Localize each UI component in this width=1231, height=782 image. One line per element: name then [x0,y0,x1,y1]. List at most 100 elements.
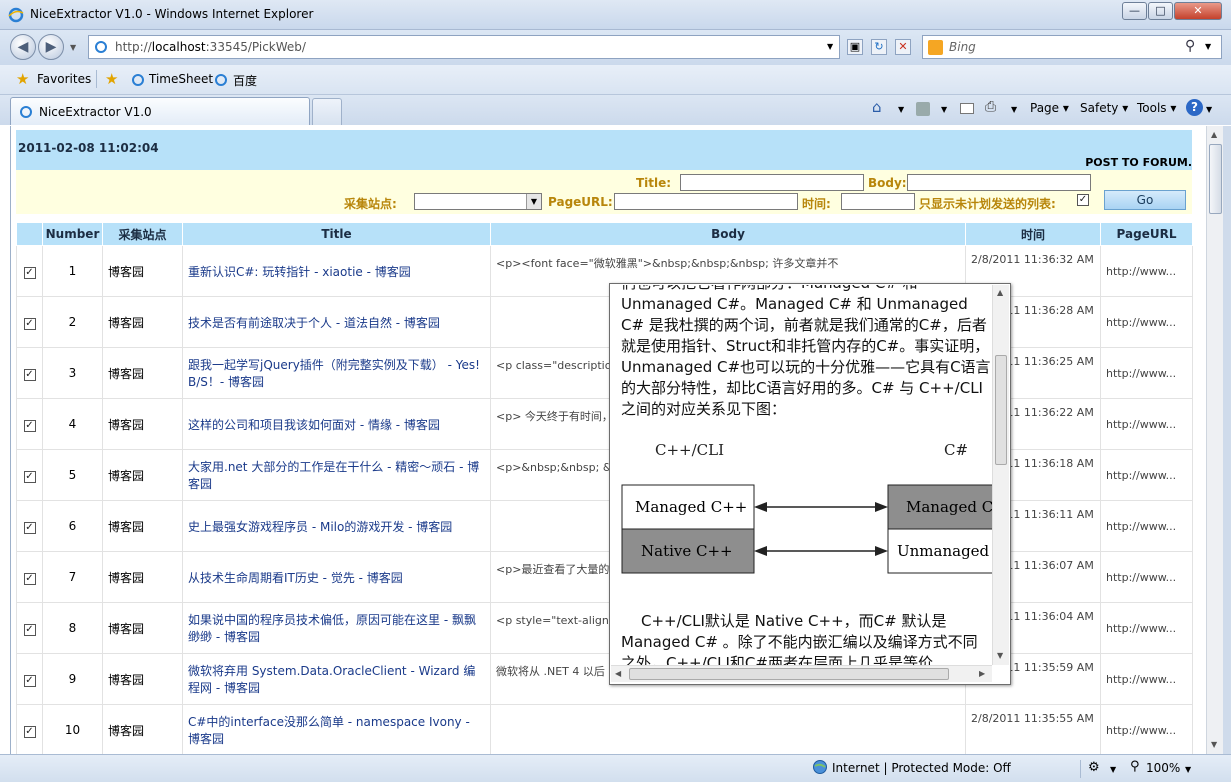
row-body[interactable] [490,704,966,754]
zoom-dropdown-icon[interactable]: ▼ [1185,765,1191,774]
row-pageurl[interactable]: http://www... [1100,551,1193,603]
body-preview-popup[interactable]: 们也可以把它看作网部分：Managed C# 和 Unmanaged C#。Ma… [609,283,1011,685]
tab-niceextractor[interactable]: NiceExtractor V1.0 [10,97,310,125]
address-url[interactable]: http://localhost:33545/PickWeb/ [115,40,306,54]
close-button[interactable]: ✕ [1174,2,1222,20]
row-checkbox[interactable]: ✓ [23,470,36,483]
row-title[interactable]: 史上最强女游戏程序员 - Milo的游戏开发 - 博客园 [182,500,491,552]
popup-hscroll-thumb[interactable] [629,668,949,680]
row-checkbox[interactable]: ✓ [23,521,36,534]
row-checkbox[interactable]: ✓ [23,725,36,738]
column-header-site[interactable]: 采集站点 [102,222,183,246]
refresh-icon[interactable]: ↻ [871,39,887,55]
scroll-right-icon[interactable]: ▶ [979,669,985,678]
stop-icon[interactable]: ✕ [895,39,911,55]
time-filter-input[interactable] [841,193,915,210]
page-scroll-up-icon[interactable]: ▲ [1211,130,1217,139]
row-title[interactable]: 技术是否有前途取决于个人 - 道法自然 - 博客园 [182,296,491,348]
row-pageurl[interactable]: http://www... [1100,500,1193,552]
scroll-down-icon[interactable]: ▼ [997,651,1003,660]
protected-dropdown-icon[interactable]: ▼ [1110,765,1116,774]
search-box[interactable]: Bing ⚲ ▼ [922,35,1222,59]
row-checkbox[interactable]: ✓ [23,674,36,687]
table-row[interactable]: ✓ 5 博客园 大家用.net 大部分的工作是在干什么 - 精密～顽石 - 博客园 <p… [16,449,1193,501]
favorite-timesheet[interactable]: TimeSheet [149,72,213,86]
protected-mode-icon[interactable]: ⚙ [1088,760,1100,775]
row-title[interactable]: 重新认识C#: 玩转指针 - xiaotie - 博客园 [182,245,491,297]
page-scroll-down-icon[interactable]: ▼ [1211,740,1217,749]
address-dropdown-icon[interactable]: ▼ [827,42,833,51]
table-row[interactable]: ✓ 1 博客园 重新认识C#: 玩转指针 - xiaotie - 博客园 <p><fon… [16,245,1193,297]
row-title[interactable]: 从技术生命周期看IT历史 - 觉先 - 博客园 [182,551,491,603]
column-header-body[interactable]: Body [490,222,966,246]
scroll-left-icon[interactable]: ◀ [615,669,621,678]
row-checkbox[interactable]: ✓ [23,419,36,432]
mail-icon[interactable] [960,103,974,114]
help-dropdown-icon[interactable]: ▼ [1206,105,1212,114]
help-icon[interactable]: ? [1186,99,1203,116]
home-icon[interactable]: ⌂ [872,98,882,116]
site-filter-select[interactable]: ▼ [414,193,542,210]
row-title[interactable]: 微软将弃用 System.Data.OracleClient - Wizard … [182,653,491,705]
row-pageurl[interactable]: http://www... [1100,602,1193,654]
safety-menu[interactable]: Safety ▾ [1080,101,1128,115]
home-dropdown-icon[interactable]: ▼ [898,105,904,114]
search-icon[interactable]: ⚲ [1185,38,1195,54]
row-pageurl[interactable]: http://www... [1100,347,1193,399]
row-pageurl[interactable]: http://www... [1100,704,1193,754]
title-filter-input[interactable] [680,174,864,191]
column-header-number[interactable]: Number [42,222,103,246]
popup-vertical-scrollbar[interactable]: ▲ ▼ [992,285,1009,665]
feeds-dropdown-icon[interactable]: ▼ [941,105,947,114]
scroll-up-icon[interactable]: ▲ [997,288,1003,297]
back-button[interactable]: ◀ [10,34,36,60]
go-button[interactable]: Go [1104,190,1186,210]
row-checkbox[interactable]: ✓ [23,623,36,636]
row-title[interactable]: C#中的interface没那么简单 - namespace Ivony - 博… [182,704,491,754]
feeds-icon[interactable] [916,102,930,116]
new-tab-button[interactable] [312,98,342,125]
table-row[interactable]: ✓ 2 博客园 技术是否有前途取决于个人 - 道法自然 - 博客园 2/8/2011 1… [16,296,1193,348]
table-row[interactable]: ✓ 10 博客园 C#中的interface没那么简单 - namespace Ivo… [16,704,1193,754]
popup-horizontal-scrollbar[interactable]: ◀ ▶ [611,665,992,682]
maximize-button[interactable]: □ [1148,2,1173,20]
favorite-baidu[interactable]: 百度 [233,72,257,89]
row-pageurl[interactable]: http://www... [1100,398,1193,450]
row-pageurl[interactable]: http://www... [1100,245,1193,297]
table-row[interactable]: ✓ 3 博客园 跟我一起学写jQuery插件（附完整实例及下载） - Yes! B/S… [16,347,1193,399]
tools-menu[interactable]: Tools ▾ [1137,101,1176,115]
row-title[interactable]: 大家用.net 大部分的工作是在干什么 - 精密～顽石 - 博客园 [182,449,491,501]
table-row[interactable]: ✓ 6 博客园 史上最强女游戏程序员 - Milo的游戏开发 - 博客园 2/8/201… [16,500,1193,552]
minimize-button[interactable]: — [1122,2,1147,20]
popup-scroll-thumb[interactable] [995,355,1007,465]
post-to-forum-link[interactable]: POST TO FORUM. [1085,156,1192,169]
row-title[interactable]: 这样的公司和项目我该如何面对 - 情缘 - 博客园 [182,398,491,450]
history-dropdown-icon[interactable]: ▼ [70,43,76,52]
table-row[interactable]: ✓ 9 博客园 微软将弃用 System.Data.OracleClient - Wi… [16,653,1193,705]
column-header-time[interactable]: 时间 [965,222,1101,246]
column-header-pageurl[interactable]: PageURL [1100,222,1193,246]
row-pageurl[interactable]: http://www... [1100,296,1193,348]
favorites-button[interactable]: Favorites [37,72,91,86]
row-checkbox[interactable]: ✓ [23,266,36,279]
row-checkbox[interactable]: ✓ [23,317,36,330]
search-options-icon[interactable]: ▼ [1205,42,1211,51]
body-filter-input[interactable] [907,174,1091,191]
table-row[interactable]: ✓ 4 博客园 这样的公司和项目我该如何面对 - 情缘 - 博客园 <p> 今天终于有时… [16,398,1193,450]
pageurl-filter-input[interactable] [614,193,798,210]
page-menu[interactable]: Page ▾ [1030,101,1069,115]
row-pageurl[interactable]: http://www... [1100,653,1193,705]
column-header-title[interactable]: Title [182,222,491,246]
row-title[interactable]: 如果说中国的程序员技术偏低，原因可能在这里 - 飘飘 缈缈 - 博客园 [182,602,491,654]
print-icon[interactable]: ⎙ [985,99,996,115]
row-checkbox[interactable]: ✓ [23,572,36,585]
unsent-only-checkbox[interactable]: ✓ [1077,194,1089,206]
forward-button[interactable]: ▶ [38,34,64,60]
compatibility-view-icon[interactable]: ▣ [847,39,863,55]
table-row[interactable]: ✓ 7 博客园 从技术生命周期看IT历史 - 觉先 - 博客园 <p>最近查看了大量的 … [16,551,1193,603]
address-bar[interactable]: http://localhost:33545/PickWeb/ ▼ [88,35,840,59]
add-favorite-icon[interactable]: ★ [105,70,118,88]
page-scroll-thumb[interactable] [1209,144,1222,214]
page-vertical-scrollbar[interactable]: ▲ ▼ [1206,126,1223,754]
zoom-level[interactable]: 100% [1146,761,1180,775]
